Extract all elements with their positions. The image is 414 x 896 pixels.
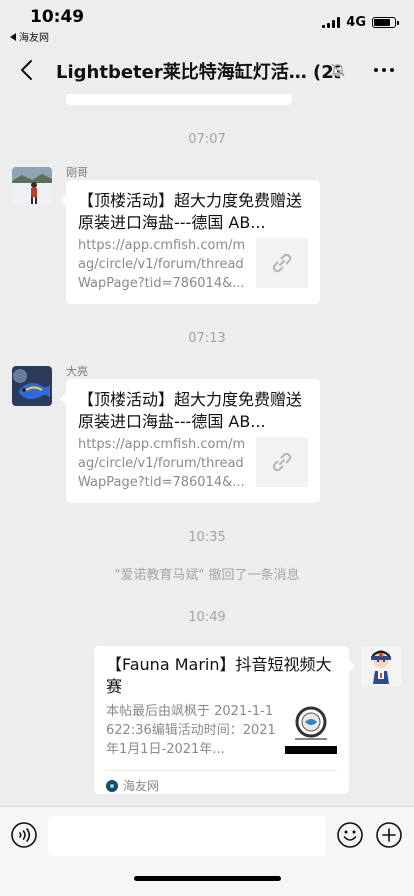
card-title: 【顶楼活动】超大力度免费赠送原装进口海盐---德国 AB... xyxy=(78,191,303,232)
link-thumbnail xyxy=(256,437,308,487)
card-thumbnail xyxy=(285,698,337,754)
card-title: 【顶楼活动】超大力度免费赠送原装进口海盐---德国 AB... xyxy=(78,390,303,431)
plus-icon[interactable] xyxy=(375,821,403,849)
input-bar xyxy=(0,806,414,896)
back-triangle-icon xyxy=(10,32,16,41)
status-indicators: 4G xyxy=(322,15,399,30)
status-time: 10:49 xyxy=(30,7,85,27)
bell-off-icon xyxy=(331,63,345,77)
back-app-label: 海友网 xyxy=(19,33,49,44)
timestamp: 10:49 xyxy=(188,610,226,625)
source-name: 海友网 xyxy=(123,779,160,793)
qr-logo-thumbnail xyxy=(285,698,337,754)
source-logo-icon xyxy=(106,779,118,792)
avatar[interactable] xyxy=(12,167,52,207)
link-card[interactable]: 【顶楼活动】超大力度免费赠送原装进口海盐---德国 AB... https://… xyxy=(60,379,320,503)
back-to-app-link[interactable]: 海友网 xyxy=(10,29,49,44)
card-url: https://app.cmfish.com/mag/circle/v1/for… xyxy=(78,238,246,291)
avatar-photo-fish xyxy=(12,366,52,406)
link-icon xyxy=(272,452,292,472)
emoji-icon[interactable] xyxy=(336,821,364,849)
sender-name: 大亮 xyxy=(66,365,88,378)
card-title: 【Fauna Marin】抖音短视频大赛 xyxy=(106,655,332,696)
chat-title: Lightbeter莱比特海缸灯活… (234) xyxy=(56,58,340,84)
wechat-group-chat-screen: 10:49 海友网 4G Lightbeter莱比特海缸灯活… (234) xyxy=(0,0,414,896)
group-name: Lightbeter莱比特海缸灯活… xyxy=(56,62,307,83)
home-indicator[interactable] xyxy=(134,876,281,881)
avatar-photo-snow xyxy=(12,167,52,207)
sender-name: 刚哥 xyxy=(66,166,88,179)
link-thumbnail xyxy=(256,238,308,288)
card-url: https://app.cmfish.com/mag/circle/v1/for… xyxy=(78,437,246,490)
chevron-left-icon[interactable] xyxy=(14,56,42,84)
timestamp: 07:13 xyxy=(188,331,226,346)
timestamp: 07:07 xyxy=(188,132,226,147)
avatar-cartoon xyxy=(361,646,401,686)
battery-icon xyxy=(372,17,399,28)
status-bar: 10:49 海友网 4G xyxy=(0,0,414,46)
recall-notice: "爱诺教育马斌" 撤回了一条消息 xyxy=(114,568,300,583)
avatar[interactable] xyxy=(12,366,52,406)
more-dots-icon[interactable] xyxy=(370,56,398,84)
timestamp: 10:35 xyxy=(188,530,226,545)
chat-header: Lightbeter莱比特海缸灯活… (234) xyxy=(0,46,414,94)
mini-program-card[interactable]: 【Fauna Marin】抖音短视频大赛 本帖最后由飒枫于 2021-1-162… xyxy=(94,646,355,794)
previous-message-bubble[interactable] xyxy=(66,94,292,105)
network-label: 4G xyxy=(346,15,366,30)
my-avatar[interactable] xyxy=(361,646,401,686)
signal-icon xyxy=(322,17,341,28)
card-source: 海友网 xyxy=(106,770,337,794)
link-icon xyxy=(272,253,292,273)
message-input[interactable] xyxy=(48,816,326,856)
card-description: 本帖最后由飒枫于 2021-1-1622:36编辑活动时间：2021年1月1日-… xyxy=(106,704,276,757)
voice-icon[interactable] xyxy=(10,821,38,849)
link-card[interactable]: 【顶楼活动】超大力度免费赠送原装进口海盐---德国 AB... https://… xyxy=(60,180,320,304)
